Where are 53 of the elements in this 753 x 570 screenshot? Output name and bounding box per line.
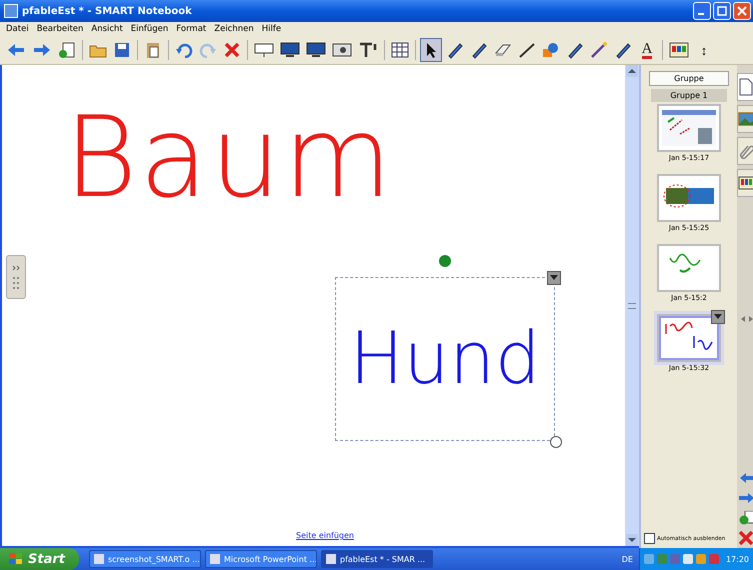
clock: 17:20 bbox=[726, 554, 749, 564]
delete-icon[interactable] bbox=[739, 530, 753, 546]
minimize-button[interactable] bbox=[693, 2, 711, 20]
page-thumbnail[interactable] bbox=[657, 104, 721, 152]
menu-item[interactable]: Format bbox=[176, 24, 206, 34]
handwritten-text[interactable]: Baum bbox=[64, 93, 394, 223]
page-thumbnail[interactable] bbox=[657, 244, 721, 292]
menu-item[interactable]: Bearbeiten bbox=[36, 24, 84, 34]
menu-item[interactable]: Zeichnen bbox=[214, 24, 254, 34]
checkbox[interactable] bbox=[644, 533, 655, 544]
close-icon bbox=[737, 6, 747, 16]
forward-icon[interactable] bbox=[739, 490, 753, 506]
back-icon[interactable] bbox=[739, 470, 753, 486]
app-icon bbox=[4, 4, 18, 18]
scrollbar[interactable] bbox=[625, 65, 639, 548]
select-icon[interactable] bbox=[420, 38, 442, 62]
minimize-icon bbox=[698, 13, 704, 15]
menu-item[interactable]: Ansicht bbox=[91, 24, 123, 34]
rotate-handle[interactable] bbox=[439, 255, 451, 267]
page-sorter-tab[interactable] bbox=[737, 73, 753, 101]
add-page-link[interactable]: Seite einfügen bbox=[296, 531, 354, 540]
taskbar-button[interactable]: pfableEst * - SMAR ... bbox=[320, 550, 433, 568]
properties-tab[interactable] bbox=[737, 169, 753, 197]
close-button[interactable] bbox=[733, 2, 751, 20]
caret-icon bbox=[714, 314, 722, 320]
window-title: pfableEst * - SMART Notebook bbox=[22, 6, 193, 16]
up-arrow-icon[interactable] bbox=[628, 68, 636, 74]
taskbar-button[interactable]: screenshot_SMART.o ... bbox=[88, 550, 201, 568]
group-label: Gruppe 1 bbox=[651, 89, 727, 102]
group-button[interactable]: Gruppe bbox=[649, 71, 729, 86]
resize-handle[interactable] bbox=[550, 436, 562, 448]
add-page-icon[interactable] bbox=[739, 510, 753, 526]
language-indicator[interactable]: DE bbox=[622, 554, 633, 564]
windows-logo-icon bbox=[8, 552, 24, 566]
attachments-tab[interactable] bbox=[737, 137, 753, 165]
object-menu-button[interactable] bbox=[547, 271, 561, 285]
taskbar-button[interactable]: Microsoft PowerPoint ... bbox=[204, 550, 317, 568]
caret-icon bbox=[550, 275, 558, 281]
start-button[interactable]: Start bbox=[0, 548, 79, 570]
down-arrow-icon[interactable] bbox=[628, 537, 636, 543]
maximize-icon bbox=[717, 6, 727, 16]
toolbar-button[interactable]: A bbox=[636, 38, 658, 62]
menu-item[interactable]: Hilfe bbox=[262, 24, 282, 34]
menu-item[interactable]: Datei bbox=[6, 24, 29, 34]
gallery-tab[interactable] bbox=[737, 105, 753, 133]
tray-icon[interactable] bbox=[682, 554, 693, 564]
panel-handle[interactable] bbox=[6, 255, 26, 299]
menu-item[interactable]: Einfügen bbox=[130, 24, 168, 34]
page-thumbnail[interactable] bbox=[657, 174, 721, 222]
handwritten-text[interactable]: Hund bbox=[349, 319, 541, 399]
maximize-button[interactable] bbox=[713, 2, 731, 20]
page-menu-button[interactable] bbox=[711, 310, 725, 324]
toolbar-button[interactable]: ↕ bbox=[693, 38, 715, 62]
